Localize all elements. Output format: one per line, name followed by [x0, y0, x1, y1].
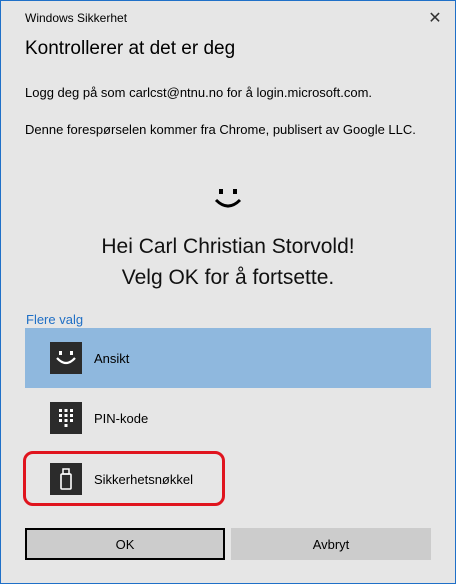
title-bar: Windows Sikkerhet ✕ [1, 1, 455, 33]
face-icon [50, 342, 82, 374]
more-options-link[interactable]: Flere valg [26, 312, 83, 327]
greeting-message: Hei Carl Christian Storvold! Velg OK for… [1, 231, 455, 293]
close-icon: ✕ [428, 10, 442, 27]
request-source-text: Denne forespørselen kommer fra Chrome, p… [25, 122, 416, 137]
option-face-label: Ansikt [94, 350, 130, 366]
ok-button[interactable]: OK [25, 528, 225, 560]
option-pin-label: PIN-kode [94, 410, 149, 426]
page-title: Kontrollerer at det er deg [25, 38, 236, 59]
option-pin[interactable]: PIN-kode [25, 388, 431, 448]
signin-info-text: Logg deg på som carlcst@ntnu.no for å lo… [25, 85, 373, 100]
usb-key-icon [50, 463, 82, 495]
windows-hello-face-icon [1, 187, 455, 211]
option-face[interactable]: Ansikt [25, 328, 431, 388]
option-security-key[interactable]: Sikkerhetsnøkkel [25, 449, 431, 509]
greeting-line-1: Hei Carl Christian Storvold! [101, 235, 355, 258]
close-button[interactable]: ✕ [421, 5, 449, 31]
pin-keypad-icon [50, 402, 82, 434]
windows-security-dialog: Windows Sikkerhet ✕ Kontrollerer at det … [0, 0, 456, 584]
window-title: Windows Sikkerhet [25, 11, 128, 25]
greeting-line-2: Velg OK for å fortsette. [121, 266, 335, 289]
option-security-key-label: Sikkerhetsnøkkel [94, 471, 193, 487]
cancel-button[interactable]: Avbryt [231, 528, 431, 560]
